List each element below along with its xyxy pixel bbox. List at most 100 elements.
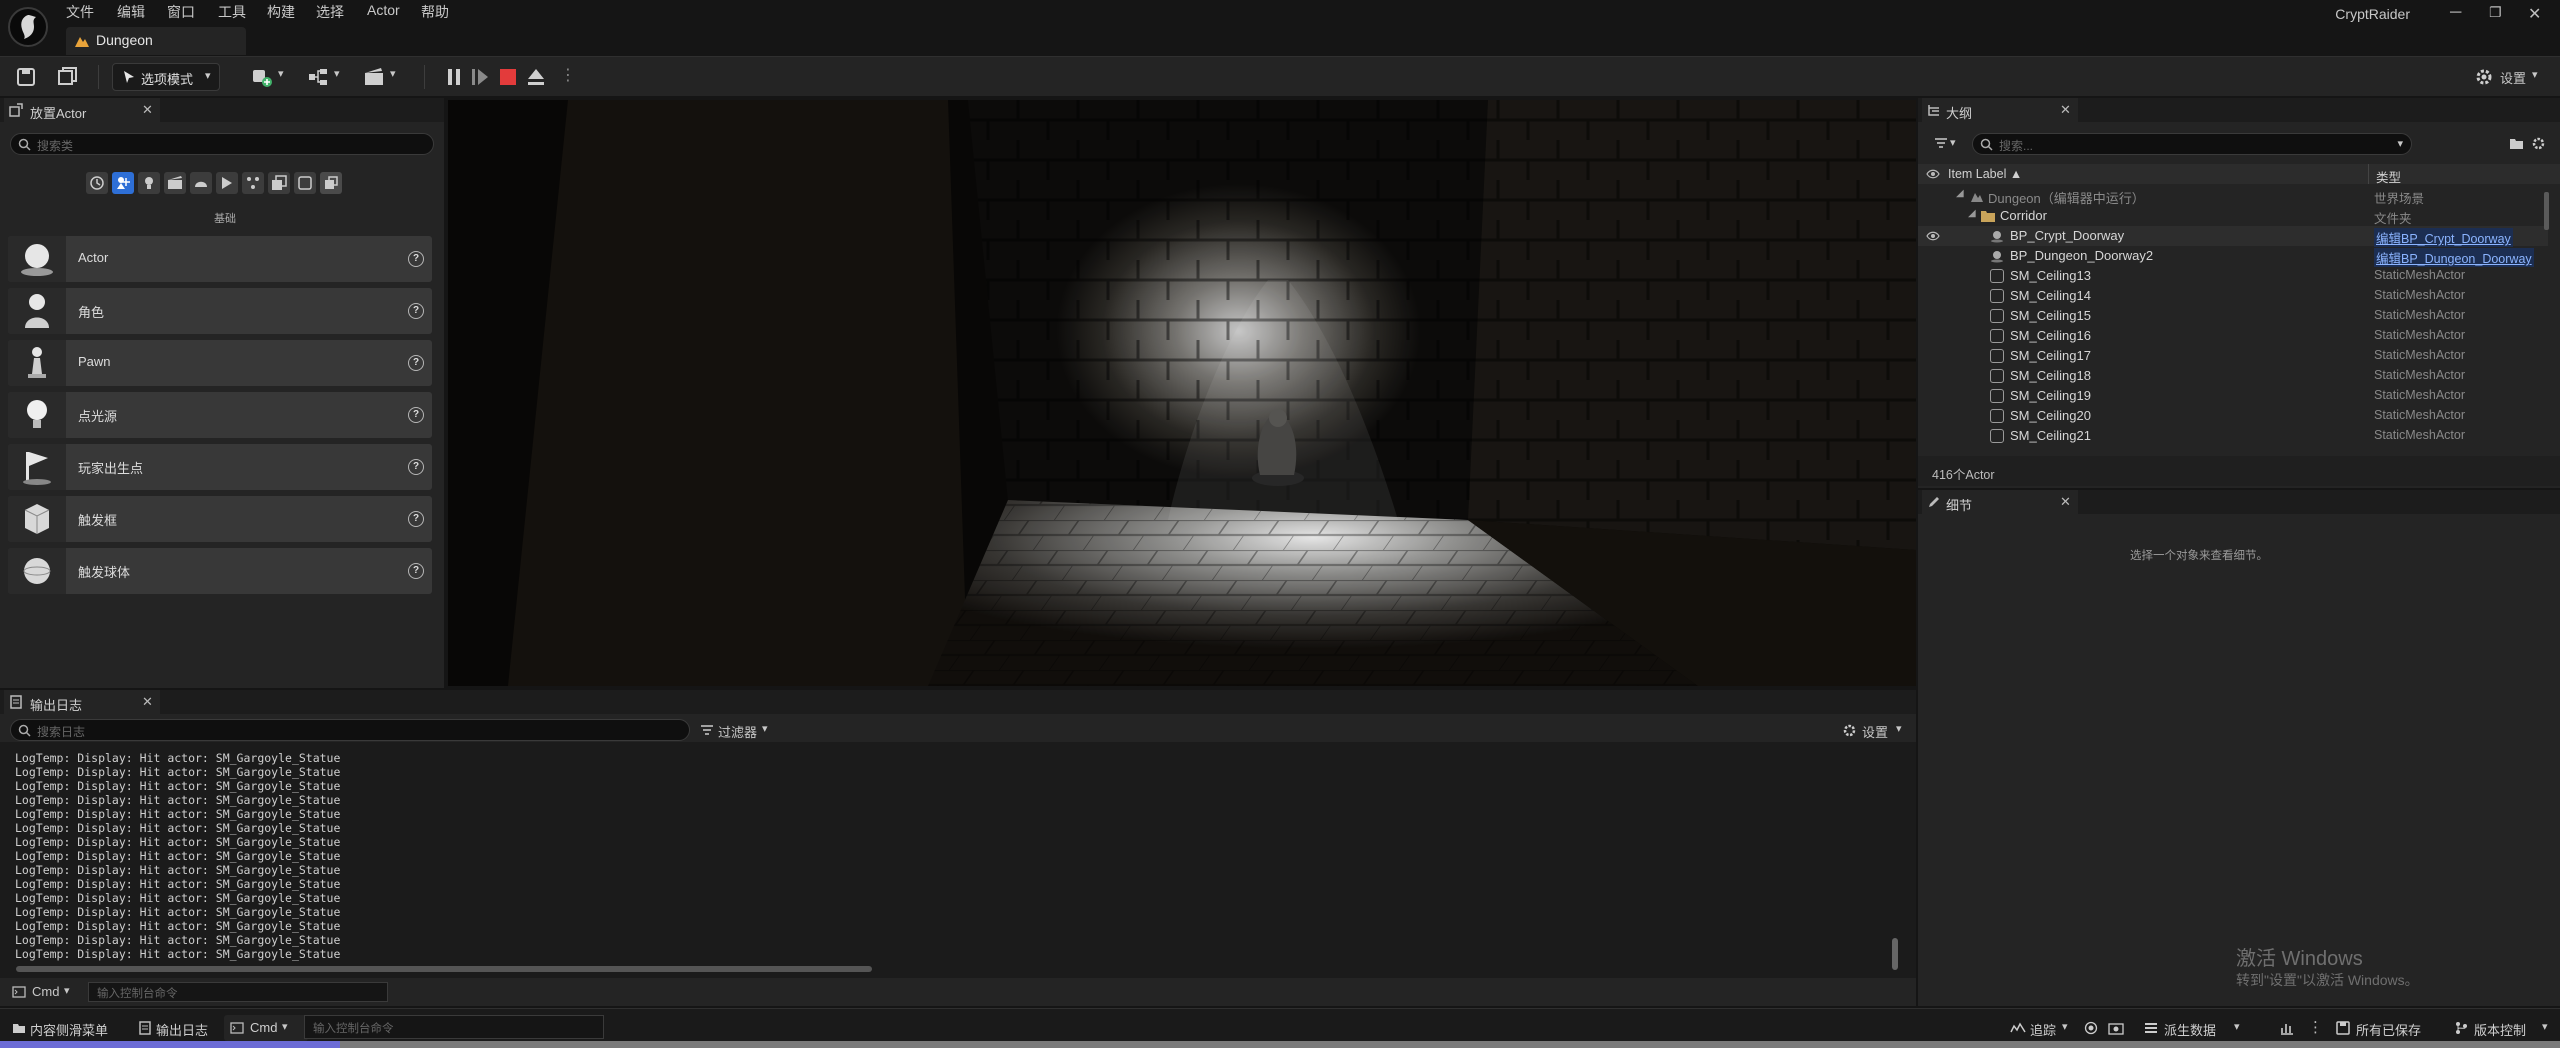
add-folder-icon[interactable] bbox=[2509, 136, 2524, 151]
actor-item-player-start[interactable]: 玩家出生点 ? bbox=[8, 444, 432, 490]
outliner-row-actor[interactable]: BP_Dungeon_Doorway2 编辑BP_Dungeon_Doorway bbox=[1918, 246, 2548, 267]
pause-icon[interactable] bbox=[442, 65, 466, 89]
menu-window[interactable]: 窗口 bbox=[167, 2, 195, 22]
all-classes-category-icon[interactable] bbox=[268, 172, 290, 194]
log-horizontal-scrollbar[interactable] bbox=[16, 966, 872, 972]
stop-icon[interactable] bbox=[496, 65, 520, 89]
log-settings-dropdown[interactable]: 设置 ▾ bbox=[1842, 719, 1912, 741]
level-tab[interactable]: Dungeon bbox=[66, 27, 246, 55]
unreal-logo-icon[interactable] bbox=[8, 7, 48, 47]
actor-item-point-light[interactable]: 点光源 ? bbox=[8, 392, 432, 438]
eject-icon[interactable] bbox=[524, 65, 548, 89]
close-tab-icon[interactable]: ✕ bbox=[2060, 494, 2071, 510]
outliner-row-actor[interactable]: SM_Ceiling21 StaticMeshActor bbox=[1918, 426, 2548, 446]
source-control-button[interactable]: 版本控制 ▾ bbox=[2454, 1015, 2558, 1041]
chevron-down-icon[interactable]: ▾ bbox=[2532, 68, 2538, 81]
help-icon[interactable]: ? bbox=[408, 355, 424, 371]
outliner-row-actor[interactable]: BP_Crypt_Doorway 编辑BP_Crypt_Doorway bbox=[1918, 226, 2548, 247]
item-label-column-header[interactable]: Item Label ▲ bbox=[1948, 167, 2022, 181]
frame-skip-icon[interactable] bbox=[468, 65, 492, 89]
outliner-scrollbar[interactable] bbox=[2544, 192, 2549, 230]
gear-icon[interactable] bbox=[2531, 136, 2546, 151]
settings-label[interactable]: 设置 bbox=[2500, 68, 2526, 87]
menu-tools[interactable]: 工具 bbox=[218, 2, 246, 22]
lights-category-icon[interactable] bbox=[138, 172, 160, 194]
menu-file[interactable]: 文件 bbox=[66, 2, 94, 22]
actor-item-character[interactable]: 角色 ? bbox=[8, 288, 432, 334]
outliner-row-folder[interactable]: ◢ Corridor 文件夹 bbox=[1918, 206, 2548, 226]
more-options-icon[interactable]: ⋮ bbox=[2308, 1018, 2323, 1036]
outliner-row-actor[interactable]: SM_Ceiling20 StaticMeshActor bbox=[1918, 406, 2548, 426]
outliner-row-actor[interactable]: SM_Ceiling13 StaticMeshActor bbox=[1918, 266, 2548, 286]
save-all-button[interactable]: 所有已保存 bbox=[2336, 1015, 2432, 1041]
derived-data-button[interactable]: 派生数据 ▾ bbox=[2144, 1015, 2248, 1041]
mode-select-button[interactable]: 选项模式 ▾ bbox=[112, 63, 220, 91]
close-tab-icon[interactable]: ✕ bbox=[2060, 102, 2071, 118]
menu-actor[interactable]: Actor bbox=[367, 2, 400, 18]
type-column-header[interactable]: 类型 bbox=[2376, 167, 2401, 186]
visibility-eye-icon[interactable] bbox=[1926, 169, 1940, 179]
visual-effects-category-icon[interactable] bbox=[190, 172, 212, 194]
menu-edit[interactable]: 编辑 bbox=[117, 2, 145, 22]
menu-select[interactable]: 选择 bbox=[316, 2, 344, 22]
basic-category-icon[interactable] bbox=[112, 172, 134, 194]
screenshot-icon[interactable] bbox=[2108, 1021, 2124, 1035]
cmd-label[interactable]: Cmd bbox=[32, 984, 59, 999]
actor-item-trigger-box[interactable]: 触发框 ? bbox=[8, 496, 432, 542]
level-viewport[interactable] bbox=[448, 100, 1916, 686]
close-tab-icon[interactable]: ✕ bbox=[142, 694, 153, 710]
output-log-button[interactable]: 输出日志 bbox=[134, 1015, 214, 1041]
statusbar-console-input[interactable]: 输入控制台命令 bbox=[304, 1015, 604, 1039]
chevron-down-icon[interactable]: ▾ bbox=[2397, 137, 2403, 150]
actor-item-pawn[interactable]: Pawn ? bbox=[8, 340, 432, 386]
menu-build[interactable]: 构建 bbox=[267, 2, 295, 22]
chevron-down-icon[interactable]: ▾ bbox=[278, 67, 284, 80]
chevron-down-icon[interactable]: ▾ bbox=[334, 67, 340, 80]
performance-icon[interactable] bbox=[2280, 1021, 2294, 1035]
add-actor-icon[interactable] bbox=[250, 65, 274, 89]
more-options-icon[interactable]: ⋮ bbox=[560, 65, 576, 85]
trace-dropdown[interactable]: 追踪 ▾ bbox=[2010, 1015, 2090, 1041]
outliner-tab[interactable]: 大纲 ✕ bbox=[1922, 98, 2078, 122]
gear-icon[interactable] bbox=[2474, 67, 2494, 87]
filter-icon[interactable] bbox=[1934, 136, 1948, 150]
place-actors-tab[interactable]: 放置Actor ✕ bbox=[4, 98, 160, 122]
filter-dropdown[interactable]: 过滤器 ▾ bbox=[700, 719, 780, 741]
record-icon[interactable] bbox=[2084, 1021, 2098, 1035]
outliner-row-actor[interactable]: SM_Ceiling19 StaticMeshActor bbox=[1918, 386, 2548, 406]
menu-help[interactable]: 帮助 bbox=[421, 2, 449, 22]
save-icon[interactable] bbox=[14, 65, 38, 89]
shapes-category-icon[interactable] bbox=[294, 172, 316, 194]
help-icon[interactable]: ? bbox=[408, 459, 424, 475]
outliner-row-actor[interactable]: SM_Ceiling15 StaticMeshActor bbox=[1918, 306, 2548, 326]
content-browser-icon[interactable] bbox=[56, 65, 80, 89]
log-search-input[interactable]: 搜索日志 bbox=[10, 719, 690, 741]
outliner-row-actor[interactable]: SM_Ceiling17 StaticMeshActor bbox=[1918, 346, 2548, 366]
chevron-down-icon[interactable]: ▾ bbox=[1950, 136, 1956, 149]
cinematics-icon[interactable] bbox=[362, 65, 386, 89]
restore-icon[interactable]: ❐ bbox=[2489, 4, 2502, 21]
chevron-down-icon[interactable]: ▾ bbox=[390, 67, 396, 80]
other-category-icon[interactable] bbox=[320, 172, 342, 194]
details-tab[interactable]: 细节 ✕ bbox=[1922, 490, 2078, 514]
volumes-category-icon[interactable] bbox=[242, 172, 264, 194]
close-window-icon[interactable]: ✕ bbox=[2528, 4, 2541, 24]
cmd-dropdown[interactable]: Cmd ▾ bbox=[224, 1015, 308, 1041]
log-console-input[interactable]: 输入控制台命令 bbox=[88, 982, 388, 1002]
recent-icon[interactable] bbox=[86, 172, 108, 194]
blueprint-icon[interactable] bbox=[306, 65, 330, 89]
edit-blueprint-link[interactable]: 编辑BP_Dungeon_Doorway bbox=[2374, 248, 2534, 267]
outliner-row-actor[interactable]: SM_Ceiling14 StaticMeshActor bbox=[1918, 286, 2548, 306]
close-tab-icon[interactable]: ✕ bbox=[142, 102, 153, 118]
outliner-row-actor[interactable]: SM_Ceiling16 StaticMeshActor bbox=[1918, 326, 2548, 346]
help-icon[interactable]: ? bbox=[408, 251, 424, 267]
cinematic-category-icon[interactable] bbox=[164, 172, 186, 194]
output-log-tab[interactable]: 输出日志 ✕ bbox=[4, 690, 160, 714]
actor-item-trigger-sphere[interactable]: 触发球体 ? bbox=[8, 548, 432, 594]
chevron-down-icon[interactable]: ▾ bbox=[64, 984, 70, 997]
log-vertical-scrollbar[interactable] bbox=[1892, 938, 1898, 970]
outliner-row-world[interactable]: ◢ Dungeon（编辑器中运行） 世界场景 bbox=[1918, 186, 2548, 206]
help-icon[interactable]: ? bbox=[408, 303, 424, 319]
content-drawer-button[interactable]: 内容侧滑菜单 bbox=[6, 1015, 116, 1041]
outliner-search-input[interactable]: 搜索... ▾ bbox=[1972, 133, 2412, 155]
